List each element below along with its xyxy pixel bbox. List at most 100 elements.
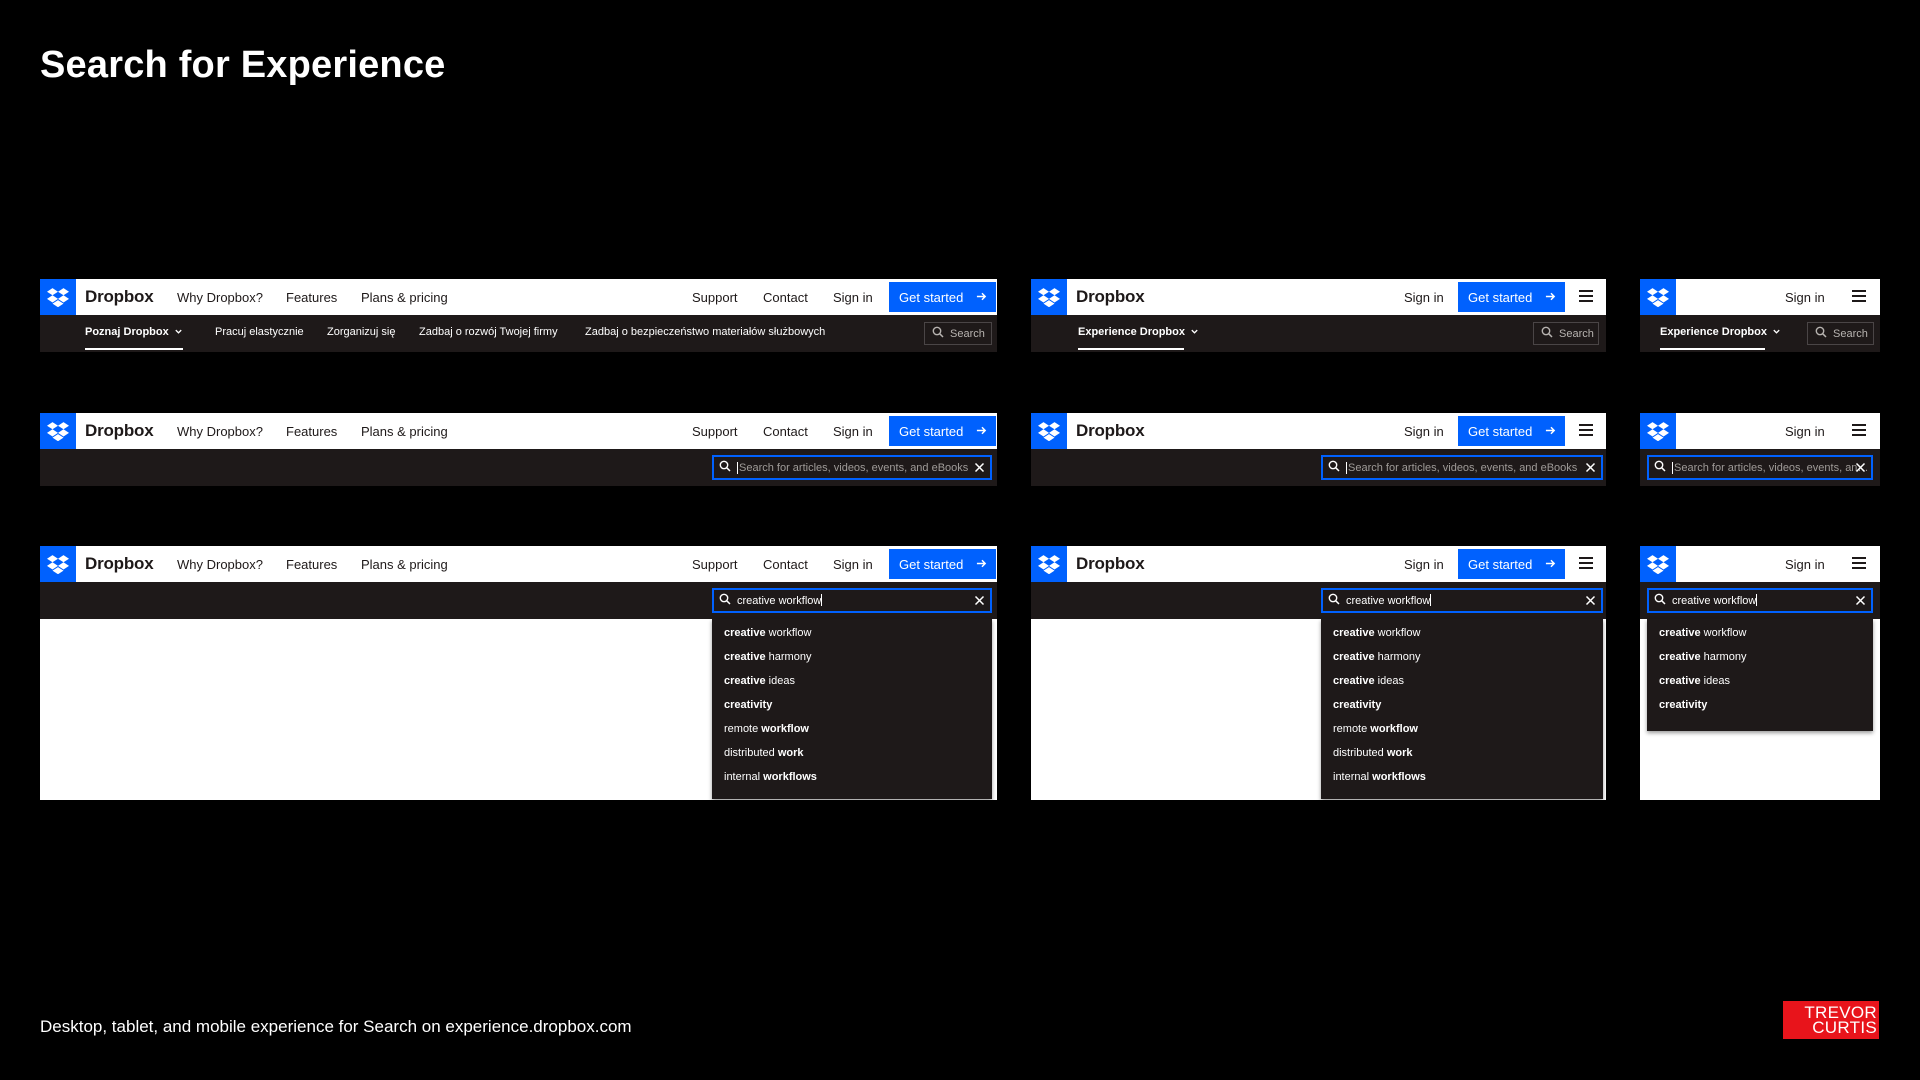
nav-link-0[interactable]: Why Dropbox? — [177, 290, 263, 305]
dropbox-wordmark[interactable]: Dropbox — [85, 287, 154, 307]
search-icon — [719, 593, 731, 608]
suggestion-rest: ideas — [1700, 675, 1730, 687]
secondary-bar: creative workflow — [1640, 582, 1880, 619]
suggestion-item[interactable]: creative ideas — [712, 669, 992, 693]
hamburger-menu-icon[interactable] — [1852, 424, 1866, 436]
secondary-item-1[interactable]: Pracuj elastycznie — [215, 326, 304, 338]
suggestion-item[interactable]: creativity — [712, 693, 992, 717]
suggestion-item[interactable]: distributed work — [1321, 741, 1603, 765]
close-icon[interactable] — [974, 595, 985, 609]
dropbox-logo-icon[interactable] — [1640, 413, 1676, 449]
nav-link-1[interactable]: Features — [286, 424, 337, 439]
sign-in-link[interactable]: Sign in — [1404, 557, 1444, 572]
dropbox-logo-icon[interactable] — [1640, 546, 1676, 582]
close-icon[interactable] — [1855, 462, 1866, 476]
dropbox-logo-icon[interactable] — [40, 413, 76, 449]
dropbox-wordmark[interactable]: Dropbox — [1076, 287, 1145, 307]
contact-link[interactable]: Contact — [763, 424, 808, 439]
suggestion-item[interactable]: creative harmony — [1321, 645, 1603, 669]
sign-in-link[interactable]: Sign in — [1404, 290, 1444, 305]
secondary-item-2[interactable]: Zorganizuj się — [327, 326, 395, 338]
sign-in-link[interactable]: Sign in — [833, 424, 873, 439]
get-started-button[interactable]: Get started — [889, 282, 996, 312]
dropbox-logo-icon[interactable] — [1031, 413, 1067, 449]
get-started-button[interactable]: Get started — [889, 416, 996, 446]
support-link[interactable]: Support — [692, 290, 738, 305]
secondary-item-0[interactable]: Experience Dropbox — [1078, 326, 1199, 338]
nav-link-1[interactable]: Features — [286, 557, 337, 572]
dropbox-logo-icon[interactable] — [40, 279, 76, 315]
hamburger-menu-icon[interactable] — [1852, 290, 1866, 302]
nav-link-1[interactable]: Features — [286, 290, 337, 305]
nav-link-0[interactable]: Why Dropbox? — [177, 557, 263, 572]
sign-in-link[interactable]: Sign in — [1785, 290, 1825, 305]
suggestion-item[interactable]: creative harmony — [1647, 645, 1873, 669]
secondary-item-4[interactable]: Zadbaj o bezpieczeństwo materiałów służb… — [585, 326, 825, 338]
get-started-label: Get started — [1468, 556, 1533, 572]
nav-link-0[interactable]: Why Dropbox? — [177, 424, 263, 439]
suggestion-match: creative — [1659, 627, 1701, 639]
close-icon[interactable] — [1585, 462, 1596, 476]
close-icon[interactable] — [1585, 595, 1596, 609]
close-icon[interactable] — [974, 462, 985, 476]
suggestion-item[interactable]: remote workflow — [712, 717, 992, 741]
nav-link-2[interactable]: Plans & pricing — [361, 290, 448, 305]
suggestion-item[interactable]: internal workflows — [1321, 765, 1603, 789]
nav-link-2[interactable]: Plans & pricing — [361, 424, 448, 439]
search-input[interactable]: Search for articles, videos, events, and… — [1321, 455, 1603, 480]
suggestion-item[interactable]: creative ideas — [1321, 669, 1603, 693]
dropbox-wordmark[interactable]: Dropbox — [1076, 554, 1145, 574]
support-link[interactable]: Support — [692, 557, 738, 572]
suggestion-item[interactable]: creative ideas — [1647, 669, 1873, 693]
hamburger-menu-icon[interactable] — [1579, 424, 1593, 436]
get-started-button[interactable]: Get started — [889, 549, 996, 579]
dropbox-wordmark[interactable]: Dropbox — [85, 421, 154, 441]
suggestion-item[interactable]: internal workflows — [712, 765, 992, 789]
suggestion-item[interactable]: creative harmony — [712, 645, 992, 669]
contact-link[interactable]: Contact — [763, 290, 808, 305]
search-input[interactable]: creative workflow — [1321, 588, 1603, 613]
nav-link-2[interactable]: Plans & pricing — [361, 557, 448, 572]
suggestion-item[interactable]: creative workflow — [712, 621, 992, 645]
hamburger-menu-icon[interactable] — [1852, 557, 1866, 569]
sign-in-link[interactable]: Sign in — [1785, 557, 1825, 572]
suggestion-item[interactable]: creativity — [1321, 693, 1603, 717]
get-started-button[interactable]: Get started — [1458, 549, 1565, 579]
search-button[interactable]: Search — [924, 322, 992, 345]
hamburger-menu-icon[interactable] — [1579, 557, 1593, 569]
contact-link[interactable]: Contact — [763, 557, 808, 572]
close-icon[interactable] — [1855, 595, 1866, 609]
suggestion-rest: workflow — [1374, 627, 1421, 639]
sign-in-link[interactable]: Sign in — [1404, 424, 1444, 439]
dropbox-wordmark[interactable]: Dropbox — [85, 554, 154, 574]
suggestions-dropdown: creative workflow creative harmony creativ… — [1647, 619, 1873, 731]
hamburger-menu-icon[interactable] — [1579, 290, 1593, 302]
suggestion-item[interactable]: creative workflow — [1647, 621, 1873, 645]
sign-in-link[interactable]: Sign in — [833, 290, 873, 305]
trevor-curtis-logo: TREVOR CURTIS — [1783, 1001, 1879, 1039]
search-input[interactable]: Search for articles, videos, events, and… — [1647, 455, 1873, 480]
get-started-button[interactable]: Get started — [1458, 416, 1565, 446]
get-started-button[interactable]: Get started — [1458, 282, 1565, 312]
secondary-item-0[interactable]: Experience Dropbox — [1660, 326, 1781, 338]
secondary-item-0[interactable]: Poznaj Dropbox — [85, 326, 183, 338]
support-link[interactable]: Support — [692, 424, 738, 439]
suggestion-item[interactable]: creative workflow — [1321, 621, 1603, 645]
dropbox-logo-icon[interactable] — [40, 546, 76, 582]
search-input[interactable]: Search for articles, videos, events, and… — [712, 455, 992, 480]
dropbox-logo-icon[interactable] — [1640, 279, 1676, 315]
suggestion-item[interactable]: remote workflow — [1321, 717, 1603, 741]
sign-in-link[interactable]: Sign in — [833, 557, 873, 572]
search-button[interactable]: Search — [1533, 322, 1599, 345]
suggestion-item[interactable]: distributed work — [712, 741, 992, 765]
sign-in-link[interactable]: Sign in — [1785, 424, 1825, 439]
search-input[interactable]: creative workflow — [1647, 588, 1873, 613]
dropbox-logo-icon[interactable] — [1031, 279, 1067, 315]
suggestion-item[interactable]: creativity — [1647, 693, 1873, 717]
search-button[interactable]: Search — [1807, 322, 1874, 345]
frame-tablet-nav: Dropbox Sign in Get started Experience Drop… — [1031, 279, 1606, 352]
dropbox-logo-icon[interactable] — [1031, 546, 1067, 582]
dropbox-wordmark[interactable]: Dropbox — [1076, 421, 1145, 441]
secondary-item-3[interactable]: Zadbaj o rozwój Twojej firmy — [419, 326, 558, 338]
search-input[interactable]: creative workflow — [712, 588, 992, 613]
